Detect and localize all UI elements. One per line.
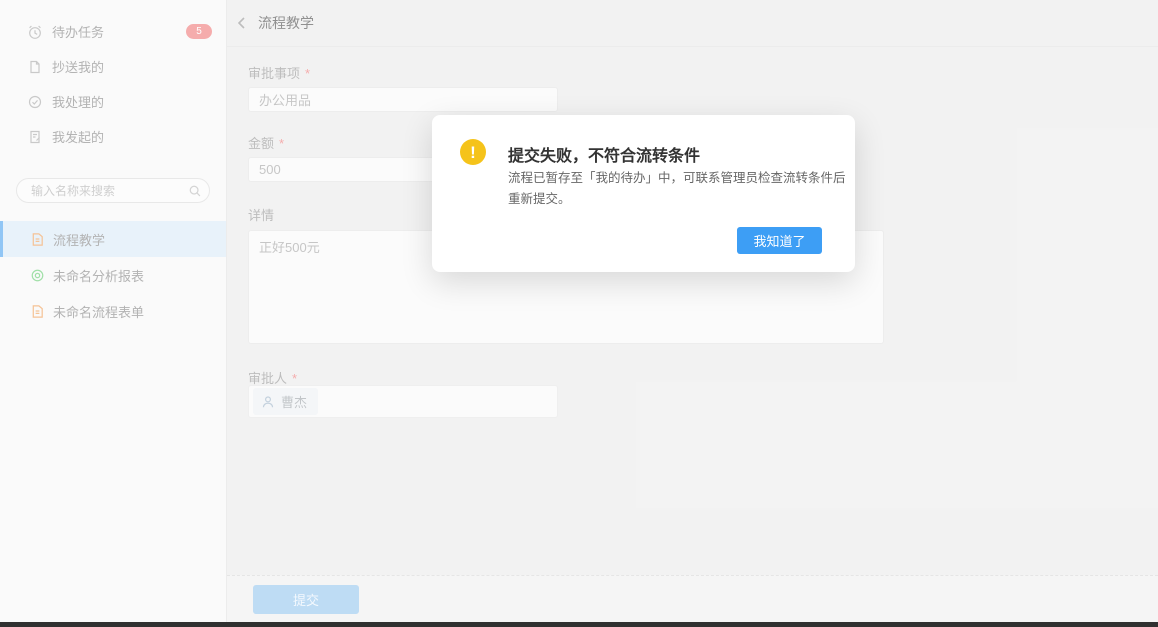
app-window: 待办任务 5 抄送我的 我处理的 我发起的 — [0, 0, 1158, 627]
submit-failed-dialog: ! 提交失败，不符合流转条件 流程已暂存至「我的待办」中，可联系管理员检查流转条… — [432, 115, 855, 272]
modal-overlay[interactable] — [0, 0, 1158, 627]
dialog-message: 流程已暂存至「我的待办」中，可联系管理员检查流转条件后重新提交。 — [508, 168, 854, 209]
dialog-title: 提交失败，不符合流转条件 — [508, 142, 837, 166]
screen-bottom-edge — [0, 622, 1158, 627]
acknowledge-button[interactable]: 我知道了 — [737, 227, 822, 254]
warning-icon: ! — [460, 139, 486, 165]
